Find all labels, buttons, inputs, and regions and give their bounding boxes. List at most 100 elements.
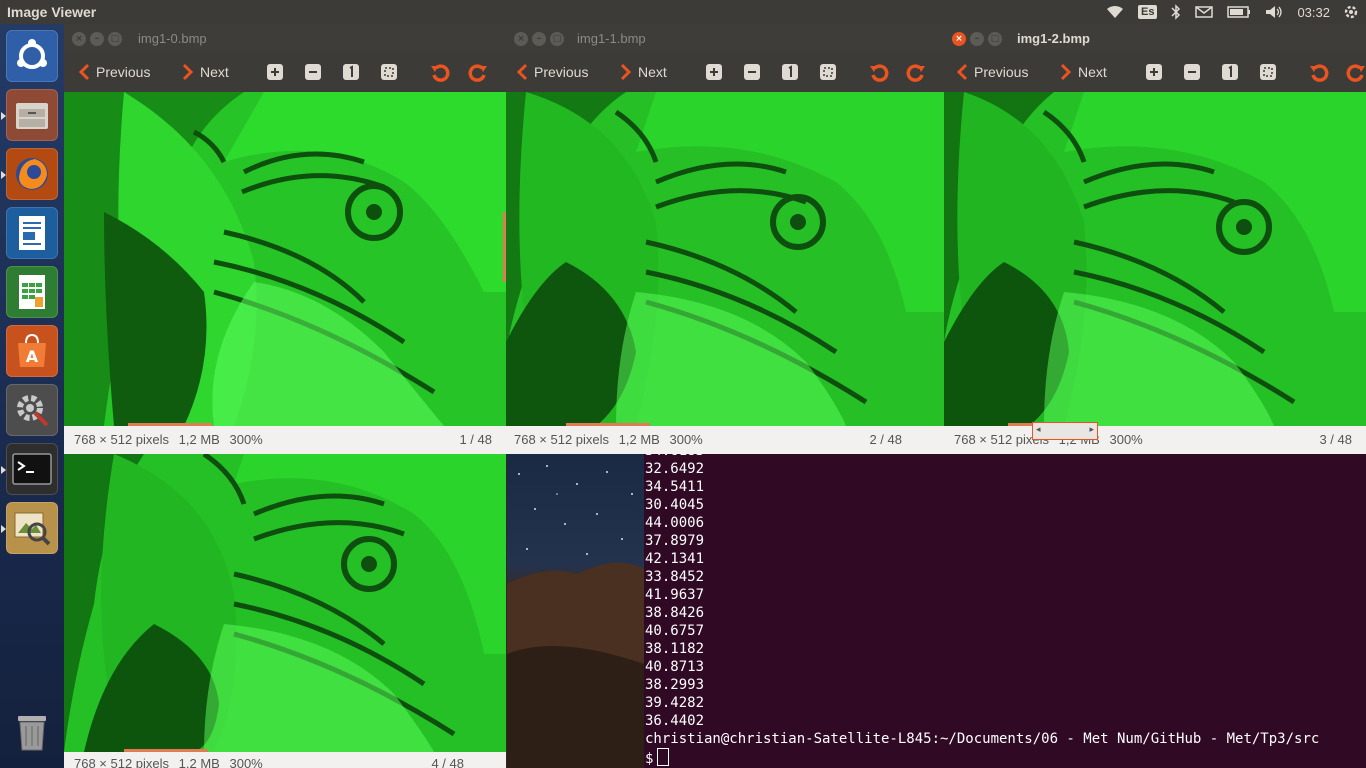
image-viewer-window-2: × – □ img1-1.bmp Previous Next 768 × 512… [506,24,944,454]
chevron-left-icon [78,63,90,81]
maximize-button[interactable]: □ [550,32,564,46]
previous-label: Previous [96,64,151,80]
normal-size-icon[interactable] [1221,63,1239,81]
file-size: 1,2 MB [178,756,220,768]
indicator-area: Es 03:32 [1106,0,1358,24]
image-dimensions: 768 × 512 pixels [514,432,610,447]
zoom-level: 300% [669,432,703,447]
zoom-out-icon[interactable] [743,63,761,81]
status-bar: 768 × 512 pixels 1,2 MB 300% 2 / 48 [506,426,944,454]
window-titlebar[interactable]: × – □ img1-0.bmp [64,24,506,52]
next-button[interactable]: Next [620,52,667,92]
best-fit-icon[interactable] [1259,63,1277,81]
next-button[interactable]: Next [182,52,229,92]
zoom-in-icon[interactable] [266,63,284,81]
maximize-button[interactable]: □ [988,32,1002,46]
terminal-line: 33.8452 [645,569,705,585]
next-label: Next [1078,64,1107,80]
image-canvas[interactable] [944,92,1366,426]
image-canvas[interactable] [506,92,944,426]
writer-icon[interactable] [6,207,58,259]
image-dimensions: 768 × 512 pixels [74,432,170,447]
minimize-button[interactable]: – [970,32,984,46]
mail-icon[interactable] [1195,6,1214,18]
terminal-prompt[interactable]: $ [645,748,1319,768]
status-bar: 768 × 512 pixels 1,2 MB 300% 4 / 48 [64,752,506,768]
next-label: Next [638,64,667,80]
clock[interactable]: 03:32 [1297,5,1330,20]
chevron-left-icon [956,63,968,81]
terminal-window[interactable]: 34.618332.649234.541130.404544.000637.89… [644,454,1366,768]
close-button[interactable]: × [514,32,528,46]
terminal-line: 32.6492 [645,461,705,477]
files-icon[interactable] [6,89,58,141]
rotate-right-icon[interactable] [1346,63,1365,82]
terminal-icon[interactable] [6,443,58,495]
wifi-icon[interactable] [1106,5,1124,19]
zoom-level: 300% [229,432,263,447]
terminal-line: 36.4402 [645,713,705,729]
rotate-right-icon[interactable] [468,63,487,82]
calc-icon[interactable] [6,266,58,318]
trash-icon[interactable] [6,706,58,758]
previous-button[interactable]: Previous [516,52,588,92]
terminal-line: 38.2993 [645,677,705,693]
minimize-button[interactable]: – [532,32,546,46]
page-indicator: 1 / 48 [459,432,492,447]
scroll-left-icon[interactable]: ◂ [1036,425,1041,435]
svg-text:A: A [26,347,39,366]
zoom-in-icon[interactable] [1145,63,1163,81]
firefox-icon[interactable] [6,148,58,200]
software-center-icon[interactable]: A [6,325,58,377]
terminal-line: 38.8426 [645,605,705,621]
file-size: 1,2 MB [178,432,220,447]
terminal-line: 41.9637 [645,587,705,603]
app-title: Image Viewer [7,4,97,20]
next-button[interactable]: Next [1060,52,1107,92]
best-fit-icon[interactable] [819,63,837,81]
rotate-left-icon[interactable] [1309,63,1329,82]
terminal-line: 38.1182 [645,641,705,657]
zoom-out-icon[interactable] [304,63,322,81]
keyboard-layout-indicator[interactable]: Es [1137,5,1158,19]
zoom-out-icon[interactable] [1183,63,1201,81]
image-viewer-icon[interactable] [6,502,58,554]
rotate-left-icon[interactable] [869,63,889,82]
normal-size-icon[interactable] [781,63,799,81]
best-fit-icon[interactable] [380,63,398,81]
close-button[interactable]: × [72,32,86,46]
status-bar: 768 × 512 pixels 1,2 MB 300% 3 / 48 [944,426,1366,454]
rotate-left-icon[interactable] [430,63,450,82]
maximize-button[interactable]: □ [108,32,122,46]
window-titlebar[interactable]: × – □ img1-2.bmp [944,24,1366,52]
previous-label: Previous [974,64,1029,80]
image-viewer-window-1: × – □ img1-0.bmp Previous Next 768 × 512… [64,24,506,454]
battery-icon[interactable] [1227,6,1251,18]
image-canvas[interactable] [64,454,506,752]
zoom-in-icon[interactable] [705,63,723,81]
normal-size-icon[interactable] [342,63,360,81]
image-canvas[interactable] [64,92,506,426]
rotate-right-icon[interactable] [906,63,925,82]
minimize-button[interactable]: – [90,32,104,46]
terminal-line: 40.6757 [645,623,705,639]
launcher: A [0,24,64,768]
bluetooth-icon[interactable] [1171,4,1181,20]
terminal-line: 39.4282 [645,695,705,711]
terminal-line: 40.8713 [645,659,705,675]
window-titlebar[interactable]: × – □ img1-1.bmp [506,24,944,52]
scrollbar-overlay[interactable]: ◂ ▸ [1032,422,1098,440]
system-settings-icon[interactable] [6,384,58,436]
previous-button[interactable]: Previous [78,52,150,92]
close-button[interactable]: × [952,32,966,46]
volume-icon[interactable] [1265,5,1283,19]
previous-button[interactable]: Previous [956,52,1028,92]
viewer-toolbar: Previous Next [506,52,944,92]
zoom-level: 300% [1109,432,1143,447]
chevron-right-icon [1060,63,1072,81]
scroll-right-icon[interactable]: ▸ [1089,425,1094,435]
status-bar: 768 × 512 pixels 1,2 MB 300% 1 / 48 [64,426,506,454]
ubuntu-dash-icon[interactable] [6,30,58,82]
viewer-toolbar: Previous Next [64,52,506,92]
gear-icon[interactable] [1344,5,1358,19]
